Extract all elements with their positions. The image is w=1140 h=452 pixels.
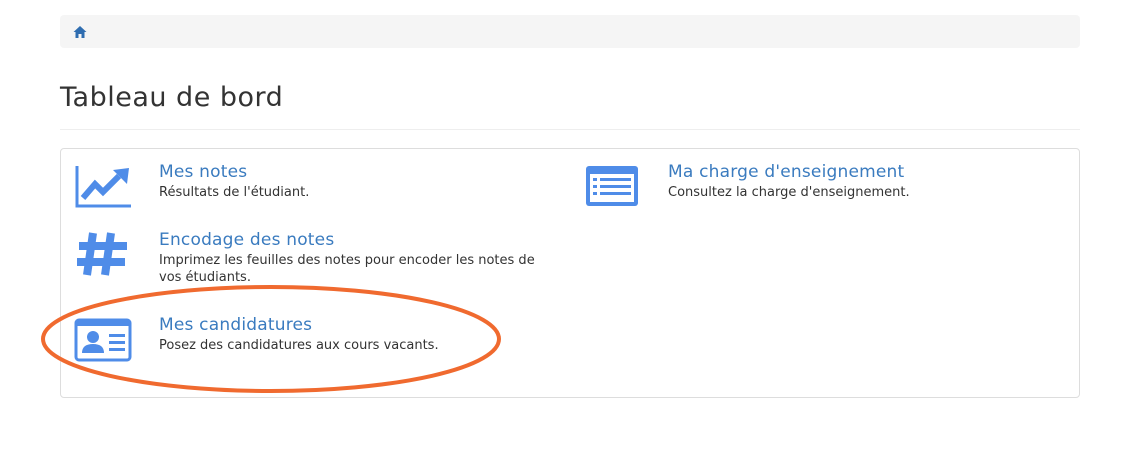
tile-title[interactable]: Mes candidatures [159, 314, 559, 336]
dashboard-panel: Mes notes Résultats de l'étudiant. Encod… [60, 148, 1080, 398]
list-alt-icon [582, 161, 642, 211]
page-title: Tableau de bord [60, 82, 284, 113]
tile-title[interactable]: Encodage des notes [159, 229, 559, 251]
tile-encodage-des-notes[interactable]: Encodage des notes Imprimez les feuilles… [73, 229, 559, 286]
hashtag-icon [73, 229, 133, 279]
breadcrumb [60, 15, 1080, 48]
title-divider [60, 129, 1080, 130]
tile-title[interactable]: Mes notes [159, 161, 559, 183]
tile-ma-charge-d-enseignement[interactable]: Ma charge d'enseignement Consultez la ch… [582, 161, 1068, 211]
chart-line-icon [73, 161, 133, 211]
id-card-icon [73, 314, 133, 364]
tile-description: Imprimez les feuilles des notes pour enc… [159, 253, 535, 285]
tile-title[interactable]: Ma charge d'enseignement [668, 161, 1068, 183]
main-container: Tableau de bord Mes notes Résultats de l… [60, 15, 1080, 398]
home-icon[interactable] [72, 24, 88, 40]
tile-description: Consultez la charge d'enseignement. [668, 185, 910, 200]
tile-mes-candidatures[interactable]: Mes candidatures Posez des candidatures … [73, 314, 559, 364]
tile-description: Posez des candidatures aux cours vacants… [159, 338, 439, 353]
tile-mes-notes[interactable]: Mes notes Résultats de l'étudiant. [73, 161, 559, 211]
tile-description: Résultats de l'étudiant. [159, 185, 310, 200]
